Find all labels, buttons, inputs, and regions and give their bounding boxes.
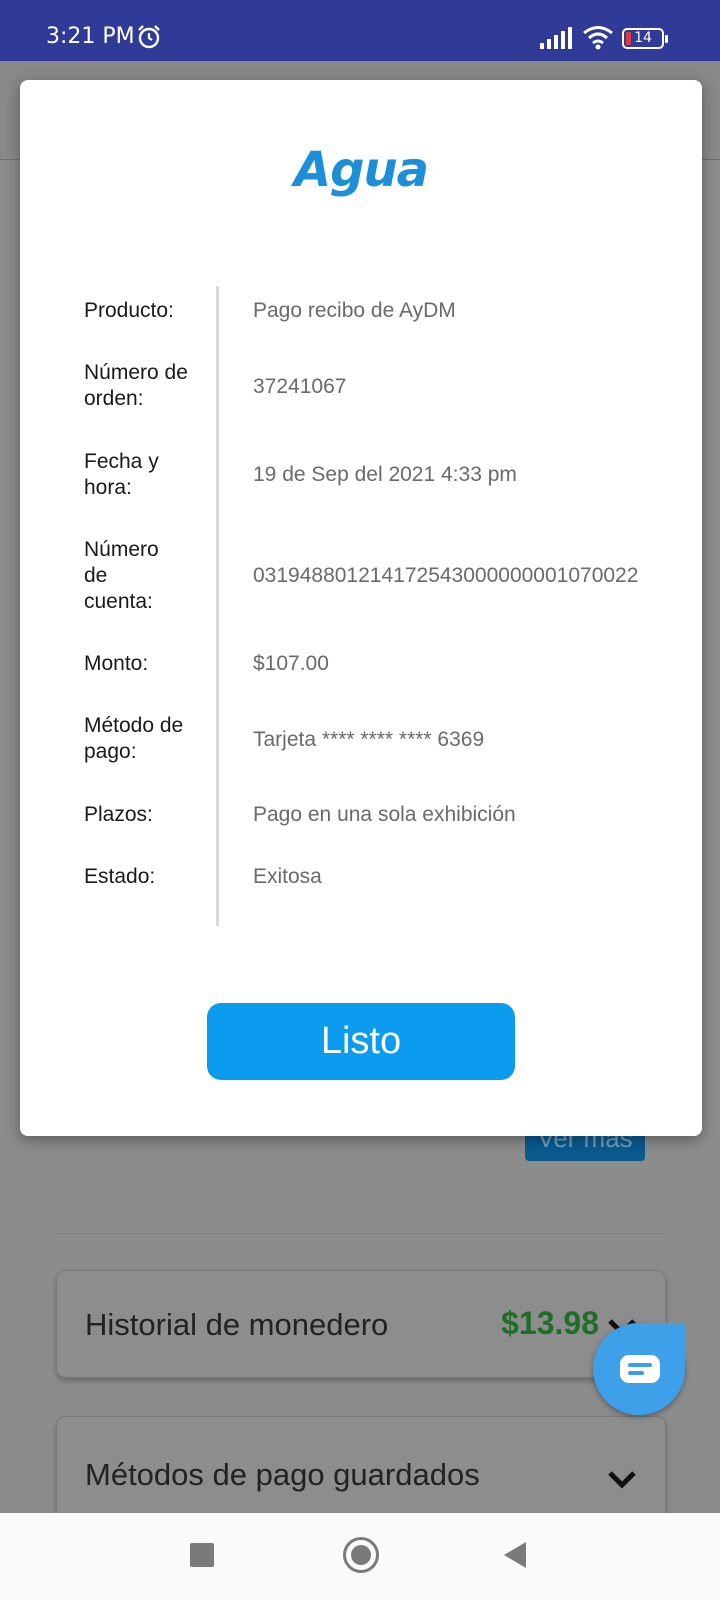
detail-value: 031948801214172543000000001070022 [253,564,639,587]
agua-logo: Agua [293,142,429,198]
status-bar: 3:21 PM 14 [0,0,720,61]
wallet-balance: $13.98 [501,1305,599,1341]
column-divider [216,286,219,926]
recent-apps-icon[interactable] [190,1543,214,1567]
signal-icon [540,27,572,49]
detail-label: Fecha y hora: [84,450,159,499]
listo-button[interactable]: Listo [207,1003,515,1080]
detail-label: Método de pago: [84,714,184,763]
detail-value: Pago recibo de AyDM [253,299,456,322]
chat-button[interactable] [593,1323,685,1415]
detail-value: Exitosa [253,865,322,888]
detail-label: Monto: [84,652,149,675]
battery-icon: 14 [622,28,668,49]
wallet-history-card[interactable]: Historial de monedero $13.98 [56,1270,666,1378]
detail-label: Plazos: [84,803,153,826]
alarm-icon [138,25,160,49]
detail-label: Estado: [84,865,156,888]
navigation-bar [0,1513,720,1600]
detail-label: Número de orden: [84,361,188,410]
detail-value: 19 de Sep del 2021 4:33 pm [253,463,517,486]
chevron-down-icon[interactable] [607,1469,637,1489]
saved-payment-methods-title: Métodos de pago guardados [85,1457,480,1492]
section-divider [56,1233,666,1234]
detail-label: Número de cuenta: [84,538,159,613]
detail-value: Pago en una sola exhibición [253,803,516,826]
detail-value: Tarjeta **** **** **** 6369 [253,728,485,751]
detail-label: Producto: [84,299,174,322]
detail-value: $107.00 [253,652,329,675]
status-time: 3:21 PM [46,24,135,49]
back-icon[interactable] [504,1542,526,1568]
wifi-icon [583,26,613,50]
wallet-history-title: Historial de monedero [85,1307,389,1342]
home-icon[interactable] [343,1537,379,1573]
detail-value: 37241067 [253,375,347,398]
battery-percent: 14 [634,30,652,46]
payment-receipt-dialog: Agua Producto: Pago recibo de AyDM Númer… [20,80,702,1136]
chat-icon [620,1355,660,1383]
